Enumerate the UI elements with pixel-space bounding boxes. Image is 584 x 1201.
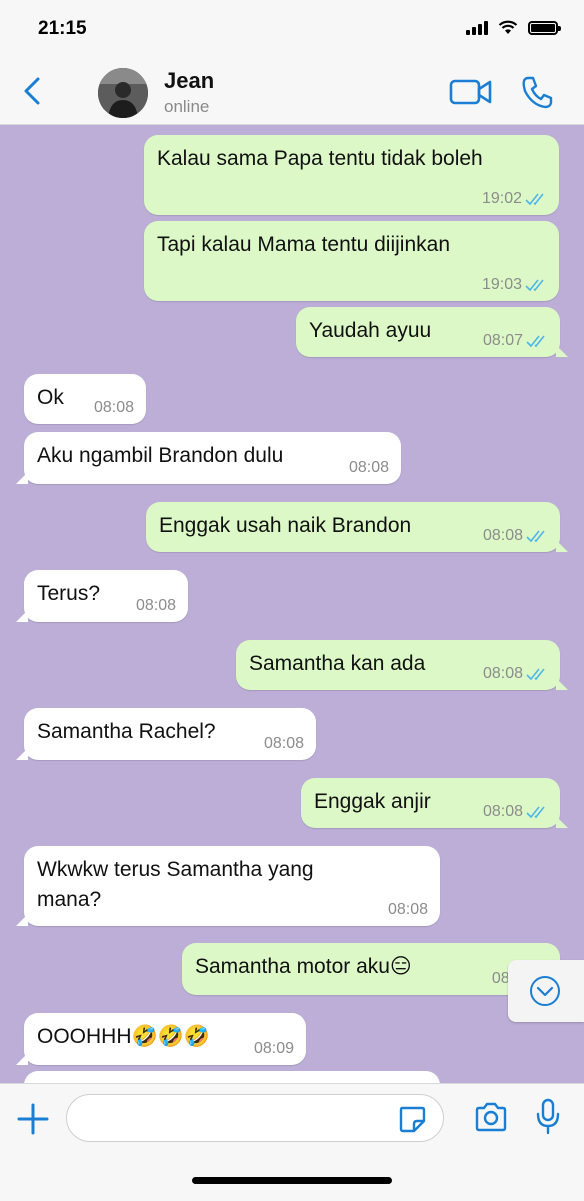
home-indicator (192, 1177, 392, 1184)
message-meta: 08:08 (349, 459, 389, 477)
message-outgoing[interactable]: Enggak usah naik Brandon 08:08 (146, 502, 568, 552)
message-meta: 08:07 (483, 332, 548, 350)
message-text-line: Wkwkw terus Samantha yang (37, 858, 314, 881)
message-text: Enggak usah naik Brandon (159, 514, 412, 537)
message-time: 08:08 (263, 735, 304, 752)
message-outgoing[interactable]: Enggak anjir 08:08 (301, 778, 568, 828)
double-check-icon (526, 530, 545, 543)
message-time: 08:08 (387, 901, 428, 918)
message-time: 08:08 (482, 527, 523, 544)
status-time: 21:15 (38, 18, 87, 39)
message-meta: 08:08 (136, 597, 176, 615)
message-text: Tapi kalau Mama tentu diijinkan (157, 233, 450, 256)
message-meta: 08:08 (483, 527, 548, 545)
chevron-down-circle-icon (530, 976, 560, 1006)
signal-icon (466, 20, 488, 35)
plus-icon[interactable] (16, 1102, 50, 1136)
message-text: Terus? (37, 582, 101, 605)
double-check-icon (525, 193, 544, 206)
double-check-icon (526, 668, 545, 681)
message-text: OOOHHH🤣🤣🤣 (37, 1025, 210, 1048)
bubble-tail (16, 748, 28, 760)
message-text: Kalau sama Papa tentu tidak boleh (157, 147, 483, 170)
chat-header: Jean online (0, 60, 584, 125)
message-text: Enggak anjir (314, 790, 431, 813)
message-meta: 19:03 (482, 276, 547, 294)
phone-icon[interactable] (520, 74, 554, 110)
message-meta: 08:08 (483, 803, 548, 821)
message-input[interactable] (66, 1094, 444, 1142)
bubble-tail (556, 678, 568, 690)
chat-area[interactable]: Kalau sama Papa tentu tidak boleh 19:02 … (0, 125, 584, 1083)
message-time: 08:08 (348, 459, 389, 476)
message-incoming-partial[interactable] (24, 1071, 440, 1083)
status-icons (466, 20, 561, 35)
scroll-to-bottom-button[interactable] (508, 960, 584, 1022)
contact-name[interactable]: Jean (164, 68, 214, 94)
message-outgoing[interactable]: Samantha kan ada 08:08 (236, 640, 568, 690)
message-meta: 19:02 (482, 190, 547, 208)
chevron-left-icon[interactable] (18, 74, 48, 108)
message-incoming[interactable]: Aku ngambil Brandon dulu 08:08 (16, 432, 401, 484)
bubble-tail (556, 345, 568, 357)
status-bar: 21:15 (0, 0, 584, 60)
bubble-tail (16, 914, 28, 926)
message-text: Yaudah ayuu (309, 319, 432, 342)
message-text: Samantha kan ada (249, 652, 426, 675)
double-check-icon (526, 335, 545, 348)
message-meta: 08:09 (254, 1040, 294, 1058)
wifi-icon (498, 20, 518, 34)
message-outgoing[interactable]: Yaudah ayuu 08:07 (296, 307, 568, 357)
message-time: 19:03 (481, 276, 522, 293)
message-incoming[interactable]: Ok 08:08 (24, 374, 146, 424)
message-incoming[interactable]: Wkwkw terus Samantha yang mana? 08:08 (16, 846, 440, 926)
message-time: 08:07 (482, 332, 523, 349)
message-time: 08:08 (135, 597, 176, 614)
message-meta: 08:08 (94, 399, 134, 417)
message-outgoing[interactable]: Samantha motor aku😑 08:0 (182, 943, 568, 995)
message-time: 19:02 (481, 190, 522, 207)
camera-icon[interactable] (474, 1102, 508, 1132)
bubble-tail (16, 610, 28, 622)
sticker-icon[interactable] (397, 1104, 427, 1134)
message-incoming[interactable]: Terus? 08:08 (16, 570, 188, 622)
microphone-icon[interactable] (536, 1098, 560, 1136)
video-camera-icon[interactable] (448, 76, 494, 108)
bubble-tail (556, 816, 568, 828)
message-text: Aku ngambil Brandon dulu (37, 444, 284, 467)
message-time: 08:08 (93, 399, 134, 416)
bubble-tail (556, 540, 568, 552)
avatar[interactable] (98, 68, 148, 118)
message-text: Samantha Rachel? (37, 720, 216, 743)
message-outgoing[interactable]: Kalau sama Papa tentu tidak boleh 19:02 (144, 135, 559, 215)
bubble-tail (16, 1053, 28, 1065)
message-meta: 08:08 (264, 735, 304, 753)
message-incoming[interactable]: Samantha Rachel? 08:08 (16, 708, 316, 760)
message-incoming[interactable]: OOOHHH🤣🤣🤣 08:09 (16, 1013, 306, 1065)
message-text: Samantha motor aku😑 (195, 955, 412, 978)
message-text-line: mana? (37, 888, 102, 911)
message-meta: 08:08 (483, 665, 548, 683)
double-check-icon (525, 279, 544, 292)
message-time: 08:09 (253, 1040, 294, 1057)
message-time: 08:08 (482, 803, 523, 820)
message-meta: 08:08 (388, 901, 428, 919)
contact-status: online (164, 97, 210, 116)
message-time: 08:08 (482, 665, 523, 682)
message-text: Ok (37, 386, 64, 409)
message-text: Wkwkw terus Samantha yang mana? (37, 855, 314, 915)
message-outgoing[interactable]: Tapi kalau Mama tentu diijinkan 19:03 (144, 221, 559, 301)
composer-bar (0, 1083, 584, 1201)
bubble-tail (16, 472, 28, 484)
battery-icon (528, 20, 561, 35)
double-check-icon (526, 806, 545, 819)
